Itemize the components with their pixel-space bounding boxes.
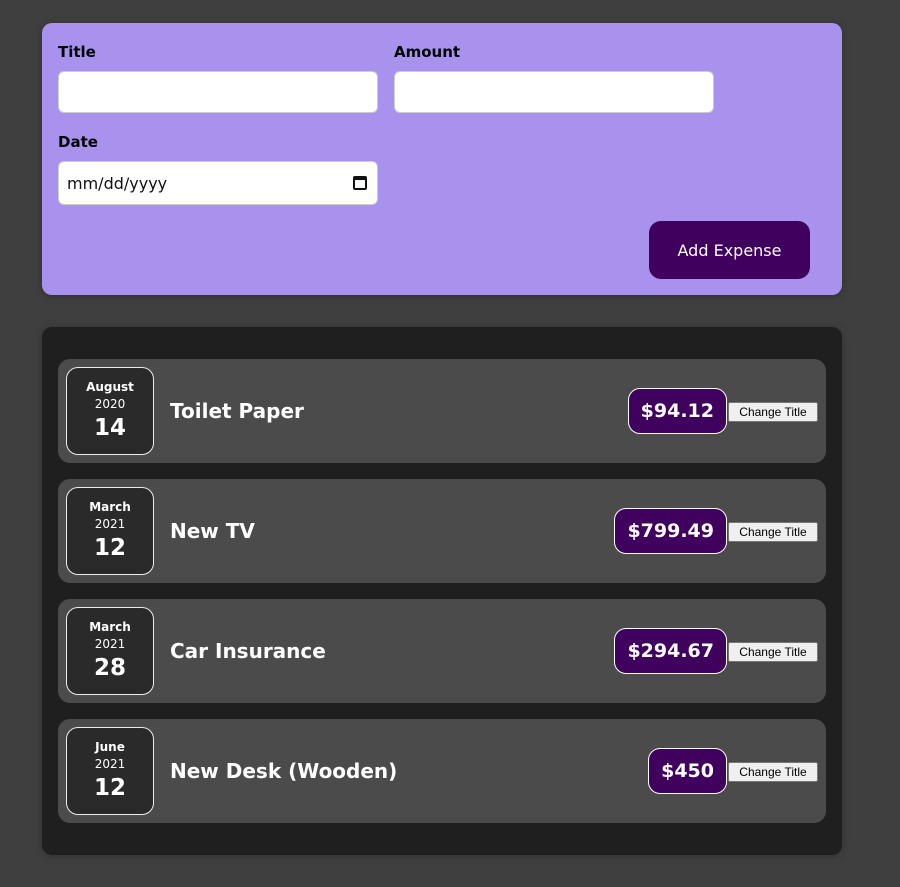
- expense-day: 12: [93, 535, 126, 561]
- expense-date: August 2020 14: [66, 367, 154, 455]
- calendar-icon[interactable]: [353, 176, 367, 190]
- title-field-group: Title: [58, 42, 378, 113]
- expense-item: March 2021 28 Car Insurance $294.67 Chan…: [58, 599, 826, 703]
- expense-year: 2020: [94, 397, 126, 411]
- expense-month: March: [89, 500, 131, 514]
- expense-item: March 2021 12 New TV $799.49 Change Titl…: [58, 479, 826, 583]
- expense-month: March: [89, 620, 131, 634]
- title-label: Title: [58, 43, 96, 61]
- expense-year: 2021: [94, 517, 126, 531]
- date-field-group: Date mm/dd/yyyy: [58, 132, 378, 205]
- change-title-button[interactable]: Change Title: [728, 402, 818, 422]
- expense-day: 14: [93, 415, 126, 441]
- expense-date: March 2021 28: [66, 607, 154, 695]
- title-input[interactable]: [58, 71, 378, 113]
- expense-title: Car Insurance: [170, 639, 326, 663]
- expense-item: June 2021 12 New Desk (Wooden) $450 Chan…: [58, 719, 826, 823]
- date-input[interactable]: mm/dd/yyyy: [58, 161, 378, 205]
- date-label: Date: [58, 133, 98, 151]
- expenses-list: August 2020 14 Toilet Paper $94.12 Chang…: [42, 327, 842, 855]
- change-title-button[interactable]: Change Title: [728, 642, 818, 662]
- expense-amount: $294.67: [614, 628, 727, 674]
- amount-input[interactable]: [394, 71, 714, 113]
- expense-day: 12: [93, 775, 126, 801]
- expense-title: Toilet Paper: [170, 399, 304, 423]
- expense-year: 2021: [94, 757, 126, 771]
- date-placeholder: mm/dd/yyyy: [67, 173, 168, 193]
- expense-month: August: [86, 380, 134, 394]
- expense-date: June 2021 12: [66, 727, 154, 815]
- expense-day: 28: [93, 655, 126, 681]
- new-expense-form: Title Amount Date mm/dd/yyyy Add Expense: [42, 23, 842, 295]
- amount-label: Amount: [394, 43, 461, 61]
- expense-title: New Desk (Wooden): [170, 759, 398, 783]
- expense-amount: $450: [648, 748, 727, 794]
- expense-date: March 2021 12: [66, 487, 154, 575]
- expense-item: August 2020 14 Toilet Paper $94.12 Chang…: [58, 359, 826, 463]
- expense-year: 2021: [94, 637, 126, 651]
- change-title-button[interactable]: Change Title: [728, 762, 818, 782]
- expense-month: June: [95, 740, 125, 754]
- expense-amount: $94.12: [627, 388, 727, 434]
- change-title-button[interactable]: Change Title: [728, 522, 818, 542]
- expense-title: New TV: [170, 519, 255, 543]
- expense-amount: $799.49: [614, 508, 727, 554]
- amount-field-group: Amount: [394, 42, 714, 113]
- add-expense-button[interactable]: Add Expense: [649, 221, 810, 279]
